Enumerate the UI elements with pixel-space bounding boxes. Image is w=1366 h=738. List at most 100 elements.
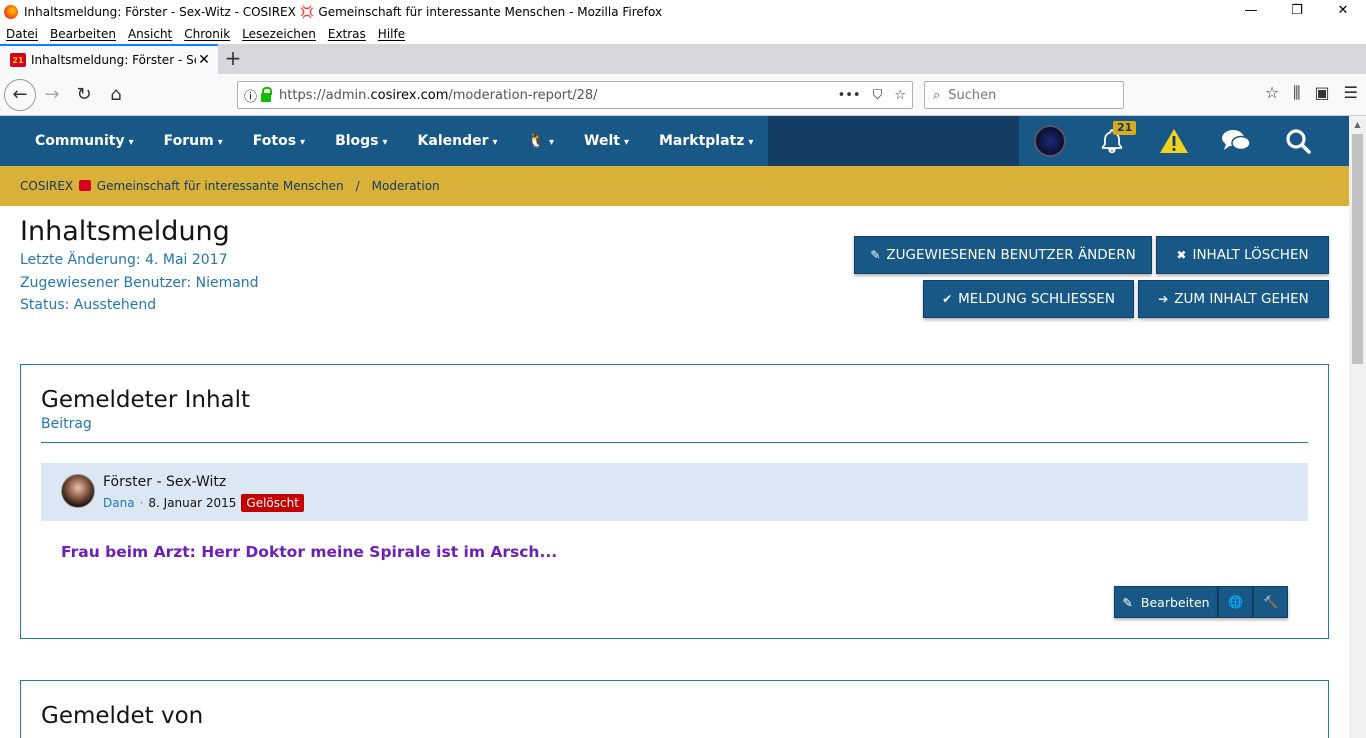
nav-label: Community bbox=[35, 133, 125, 149]
nav-marktplatz[interactable]: Marktplatz ▾ bbox=[644, 116, 768, 166]
window-titlebar: Inhaltsmeldung: Förster - Sex-Witz - COS… bbox=[0, 0, 1366, 24]
nav-fotos[interactable]: Fotos ▾ bbox=[238, 116, 320, 166]
author-avatar[interactable] bbox=[61, 474, 95, 508]
chevron-down-icon: ▾ bbox=[217, 137, 223, 148]
menu-lesezeichen[interactable]: Lesezeichen bbox=[242, 27, 316, 41]
button-label: MELDUNG SCHLIESSEN bbox=[958, 291, 1115, 307]
url-domain: cosirex.com bbox=[370, 87, 449, 103]
menu-extras[interactable]: Extras bbox=[328, 27, 366, 41]
menu-bearbeiten[interactable]: Bearbeiten bbox=[50, 27, 116, 41]
site-favicon-icon: 21 bbox=[10, 53, 26, 67]
search-button[interactable] bbox=[1267, 116, 1329, 166]
button-label: ZUGEWIESENEN BENUTZER ÄNDERN bbox=[886, 247, 1136, 263]
post-date[interactable]: 8. Januar 2015 bbox=[148, 496, 236, 510]
site-logo-icon bbox=[78, 180, 91, 191]
post-header: Förster - Sex-Witz Dana · 8. Januar 2015… bbox=[41, 463, 1308, 521]
chevron-down-icon: ▾ bbox=[300, 137, 306, 148]
nav-blogs[interactable]: Blogs ▾ bbox=[320, 116, 402, 166]
menu-chronik[interactable]: Chronik bbox=[184, 27, 230, 41]
moderate-button[interactable]: 🔨 bbox=[1253, 586, 1288, 618]
penguin-icon: 🐧 bbox=[527, 133, 545, 149]
pocket-icon[interactable]: ⛉ bbox=[873, 88, 883, 103]
close-report-button[interactable]: ✔ MELDUNG SCHLIESSEN bbox=[923, 280, 1134, 318]
pencil-icon: ✎ bbox=[870, 248, 881, 262]
tab-strip: 21 Inhaltsmeldung: Förster - Sex-W ✕ + bbox=[0, 44, 1366, 74]
change-assigned-button[interactable]: ✎ ZUGEWIESENEN BENUTZER ÄNDERN bbox=[854, 236, 1152, 274]
new-tab-button[interactable]: + bbox=[218, 44, 248, 74]
delete-content-button[interactable]: ✖ INHALT LÖSCHEN bbox=[1156, 236, 1329, 274]
menu-hilfe[interactable]: Hilfe bbox=[378, 27, 405, 41]
button-label: ZUM INHALT GEHEN bbox=[1174, 291, 1309, 307]
post-meta: Dana · 8. Januar 2015 Gelöscht bbox=[103, 494, 304, 512]
nav-penguin[interactable]: 🐧 ▾ bbox=[513, 116, 569, 166]
button-label: Bearbeiten bbox=[1140, 594, 1210, 610]
alerts-button[interactable]: 21 bbox=[1081, 116, 1143, 166]
reported-content-block: Gemeldeter Inhalt Beitrag Förster - Sex-… bbox=[20, 364, 1329, 639]
search-placeholder: Suchen bbox=[948, 87, 997, 103]
forward-button[interactable]: → bbox=[36, 79, 68, 111]
menu-ansicht[interactable]: Ansicht bbox=[128, 27, 172, 41]
meta-separator: · bbox=[139, 496, 144, 510]
breadcrumb-moderation[interactable]: Moderation bbox=[372, 179, 440, 193]
nav-welt[interactable]: Welt ▾ bbox=[569, 116, 644, 166]
pencil-icon: ✎ bbox=[1122, 594, 1133, 610]
nav-label: Fotos bbox=[252, 133, 297, 149]
public-globe-button[interactable]: 🌐 bbox=[1218, 586, 1253, 618]
nav-kalender[interactable]: Kalender ▾ bbox=[403, 116, 513, 166]
x-icon: ✖ bbox=[1176, 248, 1187, 262]
post-title[interactable]: Förster - Sex-Witz bbox=[103, 474, 226, 490]
nav-toolbar: ← → ↻ ⌂ ⓘ https://admin.cosirex.com/mode… bbox=[0, 74, 1366, 116]
tab-active[interactable]: 21 Inhaltsmeldung: Förster - Sex-W ✕ bbox=[0, 44, 218, 74]
sidebar-icon[interactable]: ▣ bbox=[1315, 83, 1330, 103]
reading-list-icon[interactable]: ☆ bbox=[1265, 83, 1279, 103]
edit-button[interactable]: ✎ Bearbeiten bbox=[1114, 586, 1218, 618]
nav-forum[interactable]: Forum ▾ bbox=[149, 116, 238, 166]
tab-close-icon[interactable]: ✕ bbox=[196, 52, 212, 68]
breadcrumb-home[interactable]: COSIREX Gemeinschaft für interessante Me… bbox=[20, 179, 344, 193]
chevron-down-icon: ▾ bbox=[748, 137, 754, 148]
reload-button[interactable]: ↻ bbox=[68, 79, 100, 111]
chat-icon bbox=[1222, 130, 1251, 151]
back-button[interactable]: ← bbox=[4, 78, 36, 111]
page-scrollbar[interactable]: ▲ bbox=[1349, 116, 1366, 738]
url-text[interactable]: https://admin.cosirex.com/moderation-rep… bbox=[279, 88, 838, 103]
nav-community[interactable]: Community ▾ bbox=[20, 116, 149, 166]
bookmark-star-icon[interactable]: ☆ bbox=[894, 88, 906, 103]
library-icon[interactable]: ⫼ bbox=[1293, 83, 1300, 103]
nav-label: Welt bbox=[584, 133, 620, 149]
home-button[interactable]: ⌂ bbox=[100, 79, 132, 111]
chevron-down-icon: ▾ bbox=[623, 137, 629, 148]
menubar: Datei Bearbeiten Ansicht Chronik Lesezei… bbox=[0, 24, 1366, 44]
globe-icon: 🌐 bbox=[1228, 595, 1243, 609]
button-label: INHALT LÖSCHEN bbox=[1192, 247, 1309, 263]
author-link[interactable]: Dana bbox=[103, 496, 135, 510]
hamburger-menu-icon[interactable]: ☰ bbox=[1344, 83, 1358, 103]
chevron-down-icon: ▾ bbox=[492, 137, 498, 148]
url-bar[interactable]: ⓘ https://admin.cosirex.com/moderation-r… bbox=[237, 81, 913, 109]
scrollbar-thumb[interactable] bbox=[1352, 134, 1363, 364]
restore-button[interactable]: ❐ bbox=[1274, 0, 1320, 24]
chevron-down-icon: ▾ bbox=[549, 137, 555, 148]
breadcrumb-home-a: COSIREX bbox=[20, 179, 74, 193]
nav-label: Marktplatz bbox=[659, 133, 745, 149]
search-input[interactable]: ⌕ Suchen bbox=[924, 81, 1124, 109]
nav-label: Blogs bbox=[335, 133, 379, 149]
reports-button[interactable] bbox=[1143, 116, 1205, 166]
breadcrumb-separator: / bbox=[355, 179, 360, 193]
info-icon[interactable]: ⓘ bbox=[244, 86, 257, 105]
chevron-down-icon: ▾ bbox=[128, 137, 134, 148]
breadcrumb: COSIREX Gemeinschaft für interessante Me… bbox=[0, 166, 1366, 206]
scroll-up-icon[interactable]: ▲ bbox=[1349, 120, 1366, 129]
go-to-content-button[interactable]: ➔ ZUM INHALT GEHEN bbox=[1138, 280, 1329, 318]
alerts-badge: 21 bbox=[1113, 121, 1137, 135]
menu-datei[interactable]: Datei bbox=[6, 27, 38, 41]
minimize-button[interactable]: — bbox=[1228, 0, 1274, 24]
account-button[interactable] bbox=[1019, 116, 1081, 166]
post-actions: ✎ Bearbeiten 🌐 🔨 bbox=[1114, 586, 1288, 618]
conversations-button[interactable] bbox=[1205, 116, 1267, 166]
deleted-badge: Gelöscht bbox=[241, 494, 304, 512]
close-window-button[interactable]: ✕ bbox=[1320, 0, 1366, 24]
post-body: Frau beim Arzt: Herr Doktor meine Spiral… bbox=[61, 543, 558, 561]
page-actions-icon[interactable]: ••• bbox=[838, 88, 861, 103]
search-icon bbox=[1286, 129, 1311, 154]
